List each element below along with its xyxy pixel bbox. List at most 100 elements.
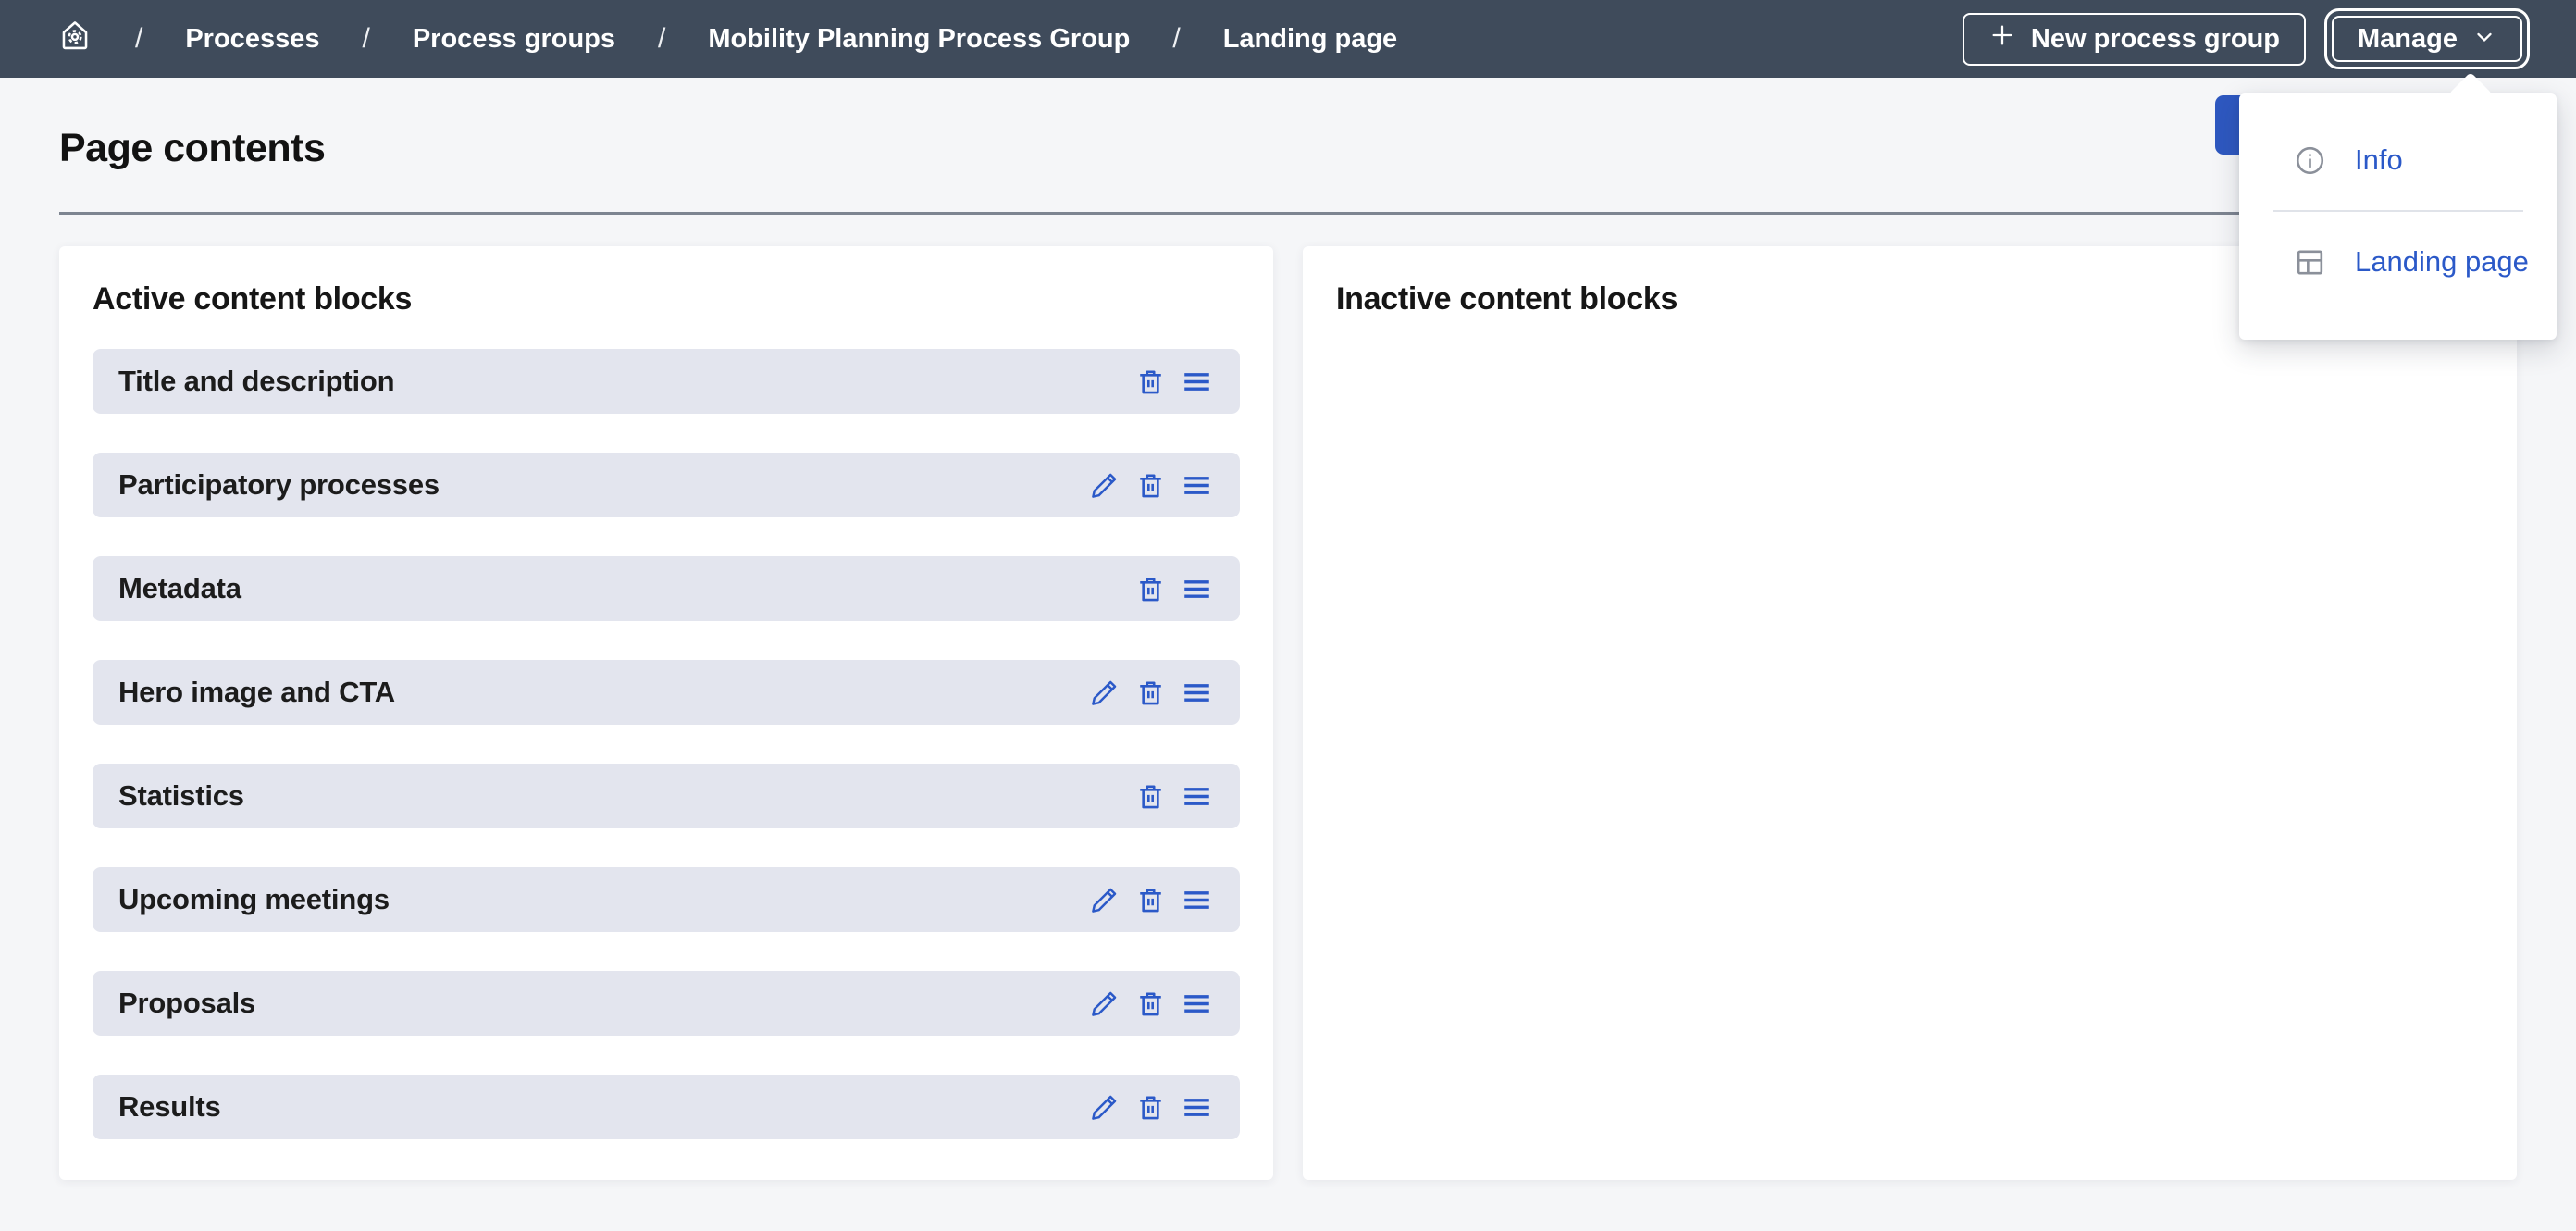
- page-title: Page contents: [59, 126, 325, 171]
- active-blocks-list: Title and description: [93, 349, 1240, 1139]
- trash-icon: [1135, 678, 1166, 708]
- layout-grid-icon: [2293, 245, 2327, 280]
- drag-handle-icon[interactable]: [1182, 574, 1212, 604]
- hamburger-icon: [1182, 1092, 1212, 1123]
- content-block-row: Hero image and CTA: [93, 660, 1240, 725]
- pencil-icon: [1089, 989, 1120, 1019]
- new-process-group-button[interactable]: New process group: [1963, 13, 2306, 66]
- delete-block-button[interactable]: [1135, 1092, 1166, 1123]
- pencil-icon: [1089, 470, 1120, 501]
- pencil-icon: [1089, 1092, 1120, 1123]
- hamburger-icon: [1182, 781, 1212, 812]
- trash-icon: [1135, 574, 1166, 604]
- topbar-actions: New process group Manage: [1963, 13, 2528, 66]
- plus-icon: [1988, 21, 2016, 56]
- delete-block-button[interactable]: [1135, 470, 1166, 501]
- topbar: / Processes / Process groups / Mobility …: [0, 0, 2576, 78]
- pencil-icon: [1089, 885, 1120, 915]
- breadcrumb-item-process-group-name[interactable]: Mobility Planning Process Group: [708, 24, 1130, 55]
- drag-handle-icon[interactable]: [1182, 781, 1212, 812]
- manage-menu-item-landing-page[interactable]: Landing page: [2239, 232, 2557, 292]
- content-block-actions: [1089, 989, 1212, 1019]
- delete-block-button[interactable]: [1135, 885, 1166, 915]
- drag-handle-icon[interactable]: [1182, 678, 1212, 708]
- info-circle-icon: [2293, 143, 2327, 178]
- content-block-actions: [1089, 1092, 1212, 1123]
- content-block-actions: [1135, 367, 1212, 397]
- trash-icon: [1135, 470, 1166, 501]
- new-process-group-label: New process group: [2031, 24, 2280, 55]
- trash-icon: [1135, 885, 1166, 915]
- content-block-label: Statistics: [118, 779, 244, 813]
- home-gear-icon: [57, 18, 93, 60]
- breadcrumb-separator: /: [135, 23, 142, 55]
- breadcrumb: / Processes / Process groups / Mobility …: [57, 18, 1397, 60]
- hamburger-icon: [1182, 885, 1212, 915]
- breadcrumb-separator: /: [658, 23, 665, 55]
- content-block-actions: [1135, 781, 1212, 812]
- drag-handle-icon[interactable]: [1182, 470, 1212, 501]
- manage-menu-item-label: Info: [2355, 143, 2403, 177]
- inactive-content-blocks-panel: Inactive content blocks: [1303, 246, 2517, 1180]
- hamburger-icon: [1182, 678, 1212, 708]
- content-block-label: Results: [118, 1090, 221, 1124]
- edit-block-button[interactable]: [1089, 678, 1120, 708]
- drag-handle-icon[interactable]: [1182, 989, 1212, 1019]
- content-block-label: Hero image and CTA: [118, 676, 395, 709]
- content-block-row: Upcoming meetings: [93, 867, 1240, 932]
- chevron-down-icon: [2472, 22, 2496, 56]
- breadcrumb-item-landing-page[interactable]: Landing page: [1223, 24, 1398, 55]
- trash-icon: [1135, 367, 1166, 397]
- content-block-label: Upcoming meetings: [118, 883, 390, 916]
- trash-icon: [1135, 989, 1166, 1019]
- breadcrumb-item-process-groups[interactable]: Process groups: [413, 24, 615, 55]
- active-panel-title: Active content blocks: [93, 281, 1240, 317]
- content-block-row: Participatory processes: [93, 453, 1240, 517]
- content-block-label: Participatory processes: [118, 468, 440, 502]
- manage-dropdown-menu: Info Landing page: [2239, 93, 2557, 340]
- content-block-row: Statistics: [93, 764, 1240, 828]
- drag-handle-icon[interactable]: [1182, 367, 1212, 397]
- hamburger-icon: [1182, 470, 1212, 501]
- content-block-actions: [1135, 574, 1212, 604]
- hamburger-icon: [1182, 574, 1212, 604]
- trash-icon: [1135, 781, 1166, 812]
- drag-handle-icon[interactable]: [1182, 885, 1212, 915]
- content-block-actions: [1089, 885, 1212, 915]
- content-block-label: Proposals: [118, 987, 255, 1020]
- breadcrumb-item-processes[interactable]: Processes: [185, 24, 319, 55]
- content-block-row: Proposals: [93, 971, 1240, 1036]
- content-block-actions: [1089, 678, 1212, 708]
- manage-menu-item-info[interactable]: Info: [2239, 131, 2557, 190]
- active-content-blocks-panel: Active content blocks Title and descript…: [59, 246, 1273, 1180]
- delete-block-button[interactable]: [1135, 367, 1166, 397]
- content-block-actions: [1089, 470, 1212, 501]
- home-breadcrumb-link[interactable]: [57, 18, 93, 60]
- delete-block-button[interactable]: [1135, 989, 1166, 1019]
- content-blocks-area: Active content blocks Title and descript…: [0, 215, 2576, 1180]
- manage-menu-item-label: Landing page: [2355, 245, 2529, 279]
- delete-block-button[interactable]: [1135, 781, 1166, 812]
- page-head: Page contents: [0, 78, 2576, 171]
- content-block-label: Title and description: [118, 365, 394, 398]
- edit-block-button[interactable]: [1089, 885, 1120, 915]
- trash-icon: [1135, 1092, 1166, 1123]
- edit-block-button[interactable]: [1089, 470, 1120, 501]
- drag-handle-icon[interactable]: [1182, 1092, 1212, 1123]
- content-block-row: Title and description: [93, 349, 1240, 414]
- breadcrumb-separator: /: [362, 23, 369, 55]
- edit-block-button[interactable]: [1089, 989, 1120, 1019]
- menu-divider: [2273, 210, 2523, 212]
- delete-block-button[interactable]: [1135, 574, 1166, 604]
- manage-button-label: Manage: [2358, 24, 2458, 55]
- content-block-label: Metadata: [118, 572, 242, 605]
- hamburger-icon: [1182, 367, 1212, 397]
- delete-block-button[interactable]: [1135, 678, 1166, 708]
- content-block-row: Results: [93, 1075, 1240, 1139]
- edit-block-button[interactable]: [1089, 1092, 1120, 1123]
- manage-button[interactable]: Manage: [2332, 16, 2522, 62]
- main-content: Page contents Active content blocks Titl…: [0, 78, 2576, 1180]
- content-block-row: Metadata: [93, 556, 1240, 621]
- breadcrumb-separator: /: [1172, 23, 1180, 55]
- hamburger-icon: [1182, 989, 1212, 1019]
